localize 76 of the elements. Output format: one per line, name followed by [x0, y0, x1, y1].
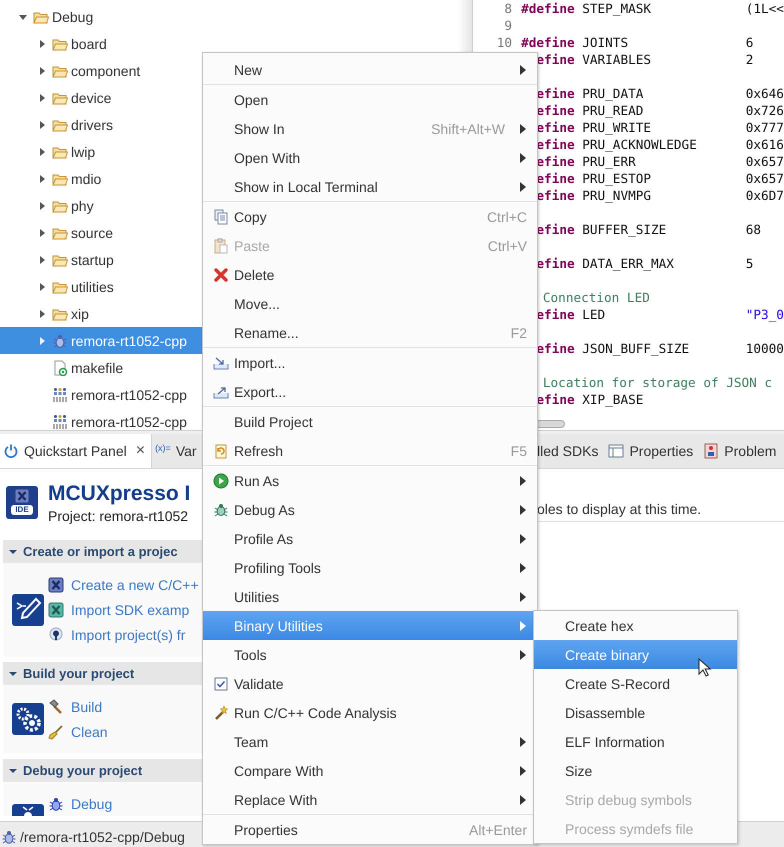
file-name: phy	[71, 198, 94, 214]
code-value: 2	[746, 51, 754, 68]
code-comment: Connection LED	[542, 289, 650, 306]
shortcut-label: Alt+Enter	[469, 822, 527, 838]
code-value: 10000	[746, 340, 784, 357]
code-identifier: JSON_BUFF_SIZE	[582, 340, 690, 357]
file-name: Debug	[52, 8, 94, 24]
line-number: 8	[503, 0, 513, 17]
shortcut-label: Ctrl+C	[486, 208, 527, 224]
code-value: 68	[746, 221, 761, 238]
code-identifier: XIP_BASE	[582, 391, 644, 408]
shortcut-label: F5	[510, 442, 527, 458]
code-keyword: efine	[535, 306, 576, 323]
code-identifier: PRU_WRITE	[582, 119, 652, 136]
shortcut-label: F2	[510, 324, 527, 340]
file-name: remora-rt1052-cpp	[71, 386, 187, 402]
code-value: 0x6D7	[746, 187, 784, 204]
file-name: remora-rt1052-cpp	[71, 414, 187, 430]
code-keyword: efine	[535, 340, 576, 357]
code-keyword: #define	[520, 0, 576, 17]
code-identifier: DATA_ERR_MAX	[582, 255, 675, 272]
code-identifier: LED	[582, 306, 606, 323]
code-identifier: BUFFER_SIZE	[582, 221, 668, 238]
code-keyword: efine	[535, 153, 576, 170]
code-identifier: PRU_NVMPG	[582, 187, 652, 204]
line-number: 10	[496, 34, 513, 51]
shortcut-label: Ctrl+V	[488, 238, 527, 254]
code-string: "P3_0	[746, 306, 784, 323]
code-value: (1L<<	[746, 0, 784, 17]
code-value: 0x726	[746, 102, 784, 119]
code-value: 0x657	[746, 153, 784, 170]
code-keyword: efine	[535, 221, 576, 238]
code-identifier: PRU_DATA	[582, 85, 644, 102]
code-identifier: PRU_READ	[582, 102, 644, 119]
shortcut-label: Shift+Alt+W	[431, 120, 505, 136]
project-label: Project: remora-rt1052	[48, 507, 190, 526]
panel-title: MCUXpresso I	[48, 482, 190, 506]
code-identifier: PRU_ERR	[582, 153, 637, 170]
file-name: mdio	[71, 170, 102, 186]
code-keyword: efine	[535, 102, 576, 119]
code-comment: Location for storage of JSON c	[542, 374, 772, 391]
file-name: startup	[71, 252, 114, 268]
file-name: xip	[71, 306, 89, 322]
file-name: utilities	[71, 278, 114, 294]
code-identifier: VARIABLES	[582, 51, 652, 68]
line-number: 9	[503, 17, 513, 34]
file-name: lwip	[71, 144, 96, 160]
code-keyword: efine	[535, 255, 576, 272]
code-value: 5	[746, 255, 754, 272]
code-identifier: PRU_ACKNOWLEDGE	[582, 136, 698, 153]
code-keyword: efine	[535, 391, 576, 408]
file-name: component	[71, 62, 140, 78]
file-name: drivers	[71, 116, 114, 132]
file-name: source	[71, 224, 114, 240]
code-identifier: PRU_ESTOP	[582, 170, 652, 187]
file-name: makefile	[71, 360, 124, 376]
status-path: /remora-rt1052-cpp/Debug	[20, 828, 185, 844]
code-keyword: efine	[535, 136, 576, 153]
code-value: 0x777	[746, 119, 784, 136]
variables-glyph: (x)=	[155, 443, 171, 453]
code-keyword: #define	[520, 34, 576, 51]
code-value: 0x616	[746, 136, 784, 153]
file-name: device	[71, 90, 112, 106]
file-name: remora-rt1052-cpp	[71, 332, 187, 348]
code-keyword: efine	[535, 170, 576, 187]
code-identifier: JOINTS	[582, 34, 630, 51]
code-value: 6	[746, 34, 754, 51]
code-keyword: efine	[535, 51, 576, 68]
code-keyword: efine	[535, 187, 576, 204]
file-name: board	[71, 36, 107, 52]
logo-label: IDE	[11, 505, 33, 515]
code-value: 0x646	[746, 85, 784, 102]
code-value: 0x657	[746, 170, 784, 187]
code-identifier: STEP_MASK	[582, 0, 652, 17]
code-keyword: efine	[535, 85, 576, 102]
code-keyword: efine	[535, 119, 576, 136]
